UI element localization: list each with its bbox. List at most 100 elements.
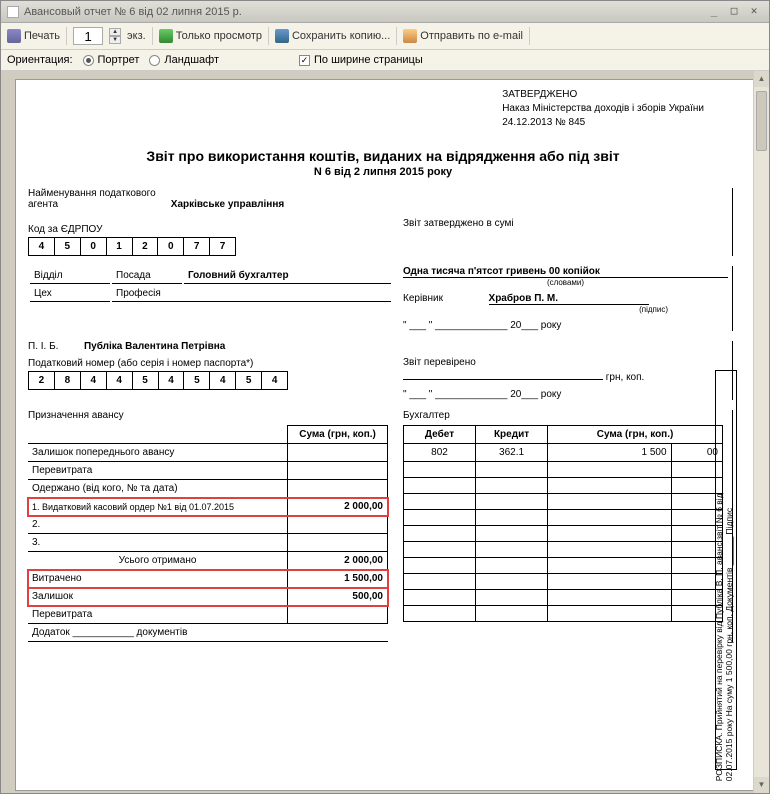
send-email-button[interactable]: Отправить по e-mail [403, 29, 523, 43]
dc-cell [404, 590, 476, 606]
doc-subtitle: N 6 від 2 липня 2015 року [28, 166, 738, 178]
dc-cell [476, 494, 548, 510]
scroll-down-arrow[interactable]: ▼ [754, 777, 769, 793]
taxnum-digit: 5 [184, 372, 210, 390]
dc-cell [548, 526, 671, 542]
disk-icon [275, 29, 289, 43]
fit-width-checkbox[interactable]: ✓ По ширине страницы [299, 54, 423, 66]
agent-name: Харківське управління [171, 199, 284, 210]
dc-cell [548, 510, 671, 526]
taxnum-digit: 5 [236, 372, 262, 390]
sum-words-note: (словами) [403, 278, 728, 287]
save-copy-button[interactable]: Сохранить копию... [275, 29, 390, 43]
dc-cell [476, 606, 548, 622]
dc-cell [476, 462, 548, 478]
portrait-radio[interactable]: Портрет [83, 54, 140, 66]
dc-cell [548, 574, 671, 590]
fit-width-label: По ширине страницы [314, 54, 423, 66]
dc-cell [404, 494, 476, 510]
print-button[interactable]: Печать [7, 29, 60, 43]
edrpou-digit: 1 [107, 238, 133, 256]
taxnum-digit: 4 [210, 372, 236, 390]
dc-row [404, 462, 723, 478]
radio-icon [149, 55, 160, 66]
dc-cell [548, 542, 671, 558]
balance-amt: 500,00 [288, 588, 388, 606]
minimize-button[interactable]: _ [705, 5, 723, 19]
document-area: ЗАТВЕРДЖЕНО Наказ Міністерства доходів і… [1, 71, 769, 793]
checkbox-icon: ✓ [299, 55, 310, 66]
taxnum-digit: 4 [262, 372, 288, 390]
tseh-label: Цех [30, 286, 110, 302]
dc-cell [476, 478, 548, 494]
scroll-up-arrow[interactable]: ▲ [754, 71, 769, 87]
edrpou-digit: 0 [81, 238, 107, 256]
approval-line2: Наказ Міністерства доходів і зборів Укра… [502, 102, 704, 116]
close-button[interactable]: ✕ [745, 5, 763, 19]
dc-cell [476, 558, 548, 574]
dc-row [404, 574, 723, 590]
dc-row [404, 526, 723, 542]
maximize-button[interactable]: □ [725, 5, 743, 19]
approval-block: ЗАТВЕРДЖЕНО Наказ Міністерства доходів і… [502, 88, 704, 130]
prev-balance-label: Залишок попереднього авансу [28, 444, 288, 462]
signature-note: (підпис) [403, 305, 728, 314]
dc-row: 802362.11 50000 [404, 444, 723, 462]
dc-row [404, 558, 723, 574]
dc-cell [548, 478, 671, 494]
copies-unit: экз. [127, 30, 146, 42]
kerivnyk-label: Керівник [403, 293, 443, 304]
spent-amt: 1 500,00 [288, 570, 388, 588]
kerivnyk-name: Храбров П. М. [489, 293, 649, 305]
advance-table: Сума (грн, коп.) Залишок попереднього ав… [28, 425, 388, 642]
window-title: Авансовый отчет № 6 від 02 липня 2015 р. [24, 6, 242, 18]
scroll-thumb[interactable] [756, 91, 767, 151]
vertical-scrollbar[interactable]: ▲ ▼ [753, 71, 769, 793]
dc-cell [404, 606, 476, 622]
dc-row [404, 478, 723, 494]
dc-cell: 362.1 [476, 444, 548, 462]
debit-credit-table: Дебет Кредит Сума (грн, коп.) 802362.11 … [403, 425, 723, 622]
posada-label: Посада [112, 268, 182, 284]
edrpou-digit: 7 [210, 238, 236, 256]
titlebar: Авансовый отчет № 6 від 02 липня 2015 р.… [1, 1, 769, 23]
approved-sum-label: Звіт затверджено в сумі [403, 218, 728, 229]
dc-cell: 802 [404, 444, 476, 462]
spin-up[interactable]: ▲ [109, 28, 121, 36]
landscape-radio[interactable]: Ландшафт [149, 54, 219, 66]
advance-sum-header: Сума (грн, коп.) [288, 426, 388, 444]
send-email-label: Отправить по e-mail [420, 30, 523, 42]
agent-label: Найменування податкового агента [28, 188, 168, 210]
receipt-strip: РОЗПИСКА. Прийнятий на перевірку від Пуб… [715, 370, 737, 770]
spin-down[interactable]: ▼ [109, 36, 121, 44]
date-stub: " ___ " _____________ 20___ року [403, 320, 728, 331]
copies-input[interactable] [73, 27, 103, 45]
view-only-label: Только просмотр [176, 30, 262, 42]
dc-cell [404, 462, 476, 478]
pib-value: Публіка Валентина Петрівна [84, 341, 225, 352]
dc-row [404, 494, 723, 510]
dc-cell [548, 590, 671, 606]
taxnum-digit: 2 [29, 372, 55, 390]
received-1-amt: 2 000,00 [288, 498, 388, 516]
grn-kop: грн, коп. [606, 372, 645, 383]
copies-spinner[interactable]: ▲ ▼ [109, 28, 121, 44]
taxnum-digit: 4 [159, 372, 185, 390]
approval-line3: 24.12.2013 № 845 [502, 116, 704, 130]
view-only-button[interactable]: Только просмотр [159, 29, 262, 43]
tax-num-row: 2844545454 [28, 371, 288, 390]
date-stub-2: " ___ " _____________ 20___ року [403, 389, 728, 400]
dc-cell [548, 606, 671, 622]
viddil-label: Відділ [30, 268, 110, 284]
credit-header: Кредит [476, 426, 548, 444]
save-copy-label: Сохранить копию... [292, 30, 390, 42]
print-label: Печать [24, 30, 60, 42]
dc-cell [404, 574, 476, 590]
dc-cell [404, 526, 476, 542]
spent-label: Витрачено [28, 570, 288, 588]
dc-cell [476, 526, 548, 542]
pib-label: П. І. Б. [28, 341, 58, 352]
dc-cell [404, 542, 476, 558]
verified-label: Звіт перевірено [403, 357, 728, 368]
sum-words: Одна тисяча п'ятсот гривень 00 копійок [403, 266, 728, 278]
